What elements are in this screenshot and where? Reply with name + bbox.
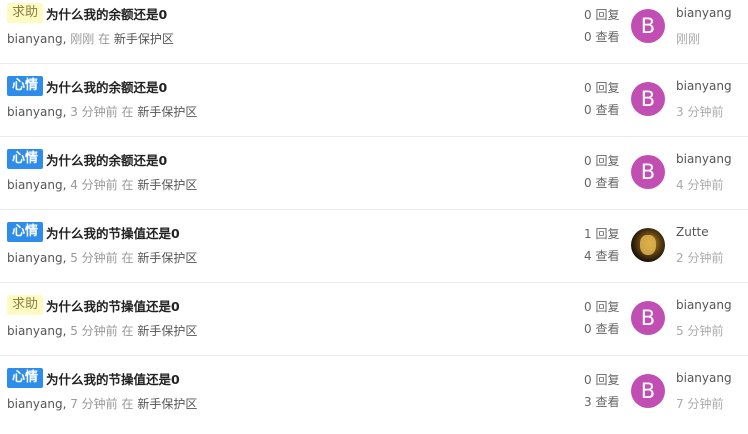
post-time: 5 分钟前 <box>70 324 118 338</box>
node-link[interactable]: 新手保护区 <box>137 105 197 119</box>
author-link[interactable]: bianyang <box>7 324 63 338</box>
reply-count: 0 回复 <box>584 300 620 314</box>
topic-row: 求助 为什么我的节操值还是0 bianyang, 5 分钟前 在 新手保护区 0… <box>0 283 748 356</box>
topic-tag-badge[interactable]: 求助 <box>7 3 44 23</box>
post-time: 7 分钟前 <box>70 397 118 411</box>
topic-list: 求助 为什么我的余额还是0 bianyang, 刚刚 在 新手保护区 0 回复 … <box>0 0 748 429</box>
in-label: 在 <box>121 397 134 411</box>
last-reply-time: 7 分钟前 <box>676 397 724 411</box>
topic-row: 心情 为什么我的余额还是0 bianyang, 3 分钟前 在 新手保护区 0 … <box>0 64 748 137</box>
topic-title-link[interactable]: 为什么我的节操值还是0 <box>46 223 180 242</box>
avatar[interactable]: B <box>631 155 665 189</box>
in-label: 在 <box>121 105 134 119</box>
in-label: 在 <box>98 32 111 46</box>
reply-count: 1 回复 <box>584 227 620 241</box>
topic-meta: bianyang, 5 分钟前 在 新手保护区 <box>7 324 198 338</box>
post-time: 4 分钟前 <box>70 178 118 192</box>
avatar[interactable]: B <box>631 9 665 43</box>
author-link[interactable]: bianyang <box>7 178 63 192</box>
topic-title-link[interactable]: 为什么我的余额还是0 <box>46 4 167 23</box>
last-reply-user[interactable]: bianyang <box>676 79 732 93</box>
in-label: 在 <box>121 178 134 192</box>
avatar[interactable]: B <box>631 301 665 335</box>
node-link[interactable]: 新手保护区 <box>137 324 197 338</box>
topic-row: 求助 为什么我的余额还是0 bianyang, 刚刚 在 新手保护区 0 回复 … <box>0 0 748 64</box>
post-time: 刚刚 <box>70 32 95 46</box>
view-count: 0 查看 <box>584 176 620 190</box>
last-reply-time: 2 分钟前 <box>676 251 724 265</box>
view-count: 4 查看 <box>584 249 620 263</box>
in-label: 在 <box>121 251 134 265</box>
node-link[interactable]: 新手保护区 <box>137 178 197 192</box>
topic-title-link[interactable]: 为什么我的余额还是0 <box>46 150 167 169</box>
last-reply-user[interactable]: bianyang <box>676 298 732 312</box>
reply-count: 0 回复 <box>584 373 620 387</box>
in-label: 在 <box>121 324 134 338</box>
last-reply-time: 5 分钟前 <box>676 324 724 338</box>
last-reply-time: 3 分钟前 <box>676 105 724 119</box>
last-reply-user[interactable]: bianyang <box>676 152 732 166</box>
topic-tag-badge[interactable]: 心情 <box>7 149 44 169</box>
node-link[interactable]: 新手保护区 <box>137 397 197 411</box>
author-link[interactable]: bianyang <box>7 32 63 46</box>
avatar[interactable]: B <box>631 82 665 116</box>
topic-row: 心情 为什么我的节操值还是0 bianyang, 7 分钟前 在 新手保护区 0… <box>0 356 748 429</box>
author-link[interactable]: bianyang <box>7 105 63 119</box>
last-reply-time: 4 分钟前 <box>676 178 724 192</box>
topic-meta: bianyang, 4 分钟前 在 新手保护区 <box>7 178 198 192</box>
topic-tag-badge[interactable]: 求助 <box>7 295 44 315</box>
last-reply-user[interactable]: bianyang <box>676 371 732 385</box>
topic-title-line: 心情 为什么我的节操值还是0 <box>7 368 180 388</box>
last-reply-user[interactable]: Zutte <box>676 225 709 239</box>
topic-tag-badge[interactable]: 心情 <box>7 368 44 388</box>
topic-tag-badge[interactable]: 心情 <box>7 222 44 242</box>
view-count: 0 查看 <box>584 103 620 117</box>
last-reply-user[interactable]: bianyang <box>676 6 732 20</box>
last-reply-time: 刚刚 <box>676 32 701 46</box>
topic-meta: bianyang, 7 分钟前 在 新手保护区 <box>7 397 198 411</box>
view-count: 0 查看 <box>584 322 620 336</box>
topic-meta: bianyang, 刚刚 在 新手保护区 <box>7 32 174 46</box>
topic-row: 心情 为什么我的余额还是0 bianyang, 4 分钟前 在 新手保护区 0 … <box>0 137 748 210</box>
topic-title-link[interactable]: 为什么我的余额还是0 <box>46 77 167 96</box>
topic-title-line: 求助 为什么我的节操值还是0 <box>7 295 180 315</box>
topic-meta: bianyang, 3 分钟前 在 新手保护区 <box>7 105 198 119</box>
author-link[interactable]: bianyang <box>7 251 63 265</box>
topic-title-link[interactable]: 为什么我的节操值还是0 <box>46 296 180 315</box>
topic-title-line: 心情 为什么我的节操值还是0 <box>7 222 180 242</box>
node-link[interactable]: 新手保护区 <box>114 32 174 46</box>
topic-title-link[interactable]: 为什么我的节操值还是0 <box>46 369 180 388</box>
user-photo-icon[interactable] <box>631 228 665 262</box>
topic-title-line: 心情 为什么我的余额还是0 <box>7 149 167 169</box>
topic-title-line: 求助 为什么我的余额还是0 <box>7 3 167 23</box>
post-time: 3 分钟前 <box>70 105 118 119</box>
avatar[interactable]: B <box>631 374 665 408</box>
topic-tag-badge[interactable]: 心情 <box>7 76 44 96</box>
topic-row: 心情 为什么我的节操值还是0 bianyang, 5 分钟前 在 新手保护区 1… <box>0 210 748 283</box>
reply-count: 0 回复 <box>584 81 620 95</box>
node-link[interactable]: 新手保护区 <box>137 251 197 265</box>
post-time: 5 分钟前 <box>70 251 118 265</box>
author-link[interactable]: bianyang <box>7 397 63 411</box>
topic-meta: bianyang, 5 分钟前 在 新手保护区 <box>7 251 198 265</box>
reply-count: 0 回复 <box>584 8 620 22</box>
reply-count: 0 回复 <box>584 154 620 168</box>
avatar-face <box>640 235 656 255</box>
view-count: 3 查看 <box>584 395 620 409</box>
topic-title-line: 心情 为什么我的余额还是0 <box>7 76 167 96</box>
view-count: 0 查看 <box>584 30 620 44</box>
